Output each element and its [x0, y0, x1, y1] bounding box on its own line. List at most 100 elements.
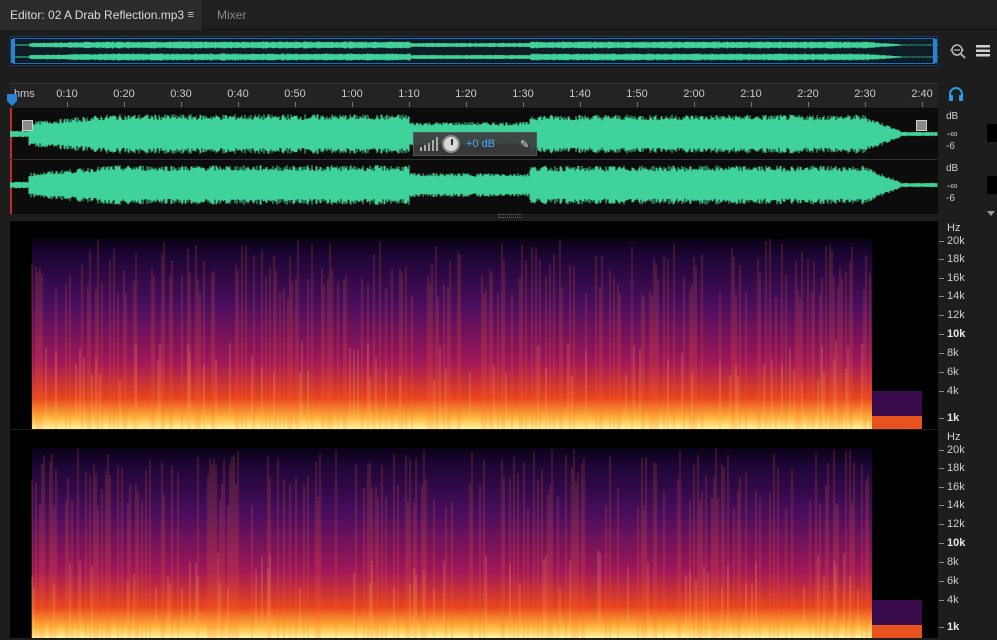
overview-left-handle[interactable] — [11, 39, 15, 63]
frequency-tick — [939, 259, 944, 260]
time-tick-label: 0:50 — [284, 88, 306, 100]
channel2-db-unit: dB — [946, 163, 959, 174]
frequency-tick — [939, 334, 944, 335]
frequency-tick — [939, 391, 944, 392]
waveform-overview[interactable] — [10, 36, 939, 66]
time-tick — [694, 102, 695, 107]
frequency-tick — [939, 524, 944, 525]
time-tick-label: 0:40 — [227, 88, 249, 100]
spectrogram-channel1 — [31, 239, 922, 429]
time-tick — [352, 102, 353, 107]
frequency-tick-label: 14k — [947, 290, 965, 302]
overview-waveform — [11, 41, 939, 61]
time-tick — [181, 102, 182, 107]
time-ruler[interactable]: hms 0:10 0:20 0:30 0:40 0:50 1:00 1:10 1:20 1:30… — [10, 83, 938, 107]
channel1-meter — [987, 124, 997, 142]
time-tick-label: 2:00 — [683, 88, 705, 100]
tab-menu-icon[interactable]: ≡ — [188, 0, 194, 30]
time-tick — [238, 102, 239, 107]
frequency-tick — [939, 468, 944, 469]
frequency-tick-label: 8k — [947, 347, 959, 359]
frequency-tick-label: 12k — [947, 309, 965, 321]
volume-hud[interactable]: +0 dB ✎ — [413, 132, 537, 156]
time-tick — [295, 102, 296, 107]
frequency-tick — [939, 278, 944, 279]
waveform-display[interactable]: +0 dB ✎ — [10, 108, 938, 214]
frequency-tick-label: 20k — [947, 444, 965, 456]
frequency-tick — [939, 241, 944, 242]
time-tick — [67, 102, 68, 107]
fade-in-handle[interactable] — [22, 120, 33, 131]
channel2-db-minus6: -6 — [946, 193, 955, 204]
time-tick — [580, 102, 581, 107]
volume-value[interactable]: +0 dB — [466, 138, 512, 150]
time-tick — [466, 102, 467, 107]
time-tick — [409, 102, 410, 107]
frequency-tick-label: 6k — [947, 366, 959, 378]
scroll-down-icon[interactable] — [987, 211, 995, 216]
frequency-tick — [939, 353, 944, 354]
waveform-channels — [10, 108, 938, 214]
frequency-tick — [939, 627, 944, 628]
view-split-grip[interactable] — [498, 214, 522, 218]
frequency-tick-label: 6k — [947, 575, 959, 587]
channel1-db-inf: -∞ — [947, 129, 958, 140]
frequency-tick — [939, 372, 944, 373]
frequency-unit-label: Hz — [947, 222, 961, 234]
audition-editor-window: Editor: 02 A Drab Reflection.mp3 ≡ Mixer… — [0, 0, 997, 640]
frequency-tick-label: 18k — [947, 253, 965, 265]
frequency-tick — [939, 543, 944, 544]
tab-editor[interactable]: Editor: 02 A Drab Reflection.mp3 ≡ — [0, 0, 203, 30]
frequency-tick — [939, 450, 944, 451]
time-tick-label: 1:30 — [512, 88, 534, 100]
volume-knob[interactable] — [442, 135, 460, 153]
frequency-tick-label: 16k — [947, 272, 965, 284]
time-tick-label: 1:50 — [626, 88, 648, 100]
zoom-icon[interactable] — [949, 42, 967, 60]
frequency-tick-label: 14k — [947, 499, 965, 511]
tab-mixer[interactable]: Mixer — [207, 0, 256, 30]
time-tick-label: 0:20 — [113, 88, 135, 100]
frequency-tick-label: 8k — [947, 556, 959, 568]
frequency-tick-label: 4k — [947, 594, 959, 606]
frequency-tick-label: 16k — [947, 481, 965, 493]
frequency-tick-label: 1k — [947, 621, 960, 633]
time-tick-label: 2:40 — [911, 88, 933, 100]
time-tick — [922, 102, 923, 107]
spectrogram-channel2 — [31, 448, 922, 638]
time-tick-label: 0:10 — [56, 88, 78, 100]
channel2-meter — [987, 176, 997, 194]
time-tick — [808, 102, 809, 107]
pin-icon[interactable]: ✎ — [520, 138, 529, 151]
time-tick-label: 1:00 — [341, 88, 363, 100]
fade-out-handle[interactable] — [916, 120, 927, 131]
list-icon[interactable] — [976, 44, 990, 58]
time-tick-label: 2:30 — [854, 88, 876, 100]
spectral-display-channel2[interactable] — [10, 430, 938, 638]
channel1-db-unit: dB — [946, 111, 959, 122]
time-tick — [751, 102, 752, 107]
time-tick-label: 0:30 — [170, 88, 192, 100]
headphones-icon[interactable] — [948, 86, 964, 102]
frequency-tick — [939, 562, 944, 563]
panel-tab-bar: Editor: 02 A Drab Reflection.mp3 ≡ Mixer — [0, 0, 997, 30]
overview-right-handle[interactable] — [933, 39, 937, 63]
time-tick-label: 2:10 — [740, 88, 762, 100]
channel1-db-minus6: -6 — [946, 141, 955, 152]
time-tick — [637, 102, 638, 107]
frequency-tick — [939, 600, 944, 601]
frequency-tick-label: 4k — [947, 385, 959, 397]
time-tick — [523, 102, 524, 107]
time-unit-label: hms — [14, 88, 35, 100]
time-tick-label: 2:20 — [797, 88, 819, 100]
time-tick-label: 1:10 — [398, 88, 420, 100]
time-tick — [865, 102, 866, 107]
frequency-tick-label: 10k — [947, 328, 966, 340]
frequency-tick — [939, 418, 944, 419]
frequency-tick — [939, 296, 944, 297]
frequency-tick — [939, 487, 944, 488]
frequency-tick — [939, 581, 944, 582]
spectral-display-channel1[interactable] — [10, 221, 938, 429]
frequency-tick-label: 1k — [947, 412, 960, 424]
playhead-marker-icon[interactable] — [7, 94, 17, 106]
